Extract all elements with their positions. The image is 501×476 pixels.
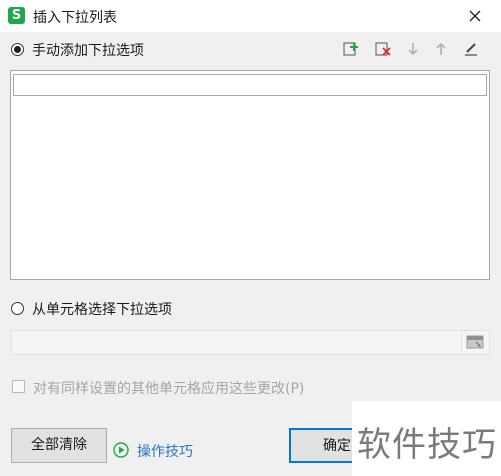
- tips-link[interactable]: 操作技巧: [137, 441, 193, 461]
- watermark-text: 软件技巧: [357, 425, 497, 465]
- move-up-button[interactable]: [432, 40, 450, 58]
- close-icon: [469, 10, 481, 22]
- manual-option-radio[interactable]: [11, 43, 24, 56]
- play-circle-icon[interactable]: [113, 442, 129, 458]
- wps-app-icon: S: [8, 7, 25, 24]
- delete-item-icon: [375, 42, 391, 56]
- dropdown-items-list[interactable]: [10, 70, 490, 280]
- delete-item-button[interactable]: [374, 40, 392, 58]
- edit-icon: [465, 43, 477, 56]
- range-option-radio[interactable]: [11, 302, 24, 315]
- move-down-icon: [408, 43, 418, 56]
- move-down-button[interactable]: [404, 40, 422, 58]
- add-item-button[interactable]: [342, 40, 360, 58]
- title-bar: S 插入下拉列表: [0, 0, 501, 32]
- move-up-icon: [436, 42, 446, 55]
- range-select-button[interactable]: [461, 330, 490, 355]
- close-button[interactable]: [462, 4, 488, 28]
- item-edit-field[interactable]: [13, 74, 487, 96]
- manual-option-label: 手动添加下拉选项: [32, 43, 144, 59]
- add-item-icon: [343, 42, 358, 56]
- range-picker-icon: [466, 335, 484, 349]
- cell-range-input[interactable]: [11, 330, 461, 355]
- apply-to-same-settings-checkbox[interactable]: [12, 380, 25, 393]
- clear-all-button[interactable]: 全部清除: [11, 428, 107, 463]
- apply-to-same-settings-label: 对有同样设置的其他单元格应用这些更改(P): [33, 381, 305, 397]
- edit-item-button[interactable]: [462, 40, 480, 58]
- range-option-label: 从单元格选择下拉选项: [32, 302, 172, 318]
- dialog-title: 插入下拉列表: [33, 10, 117, 26]
